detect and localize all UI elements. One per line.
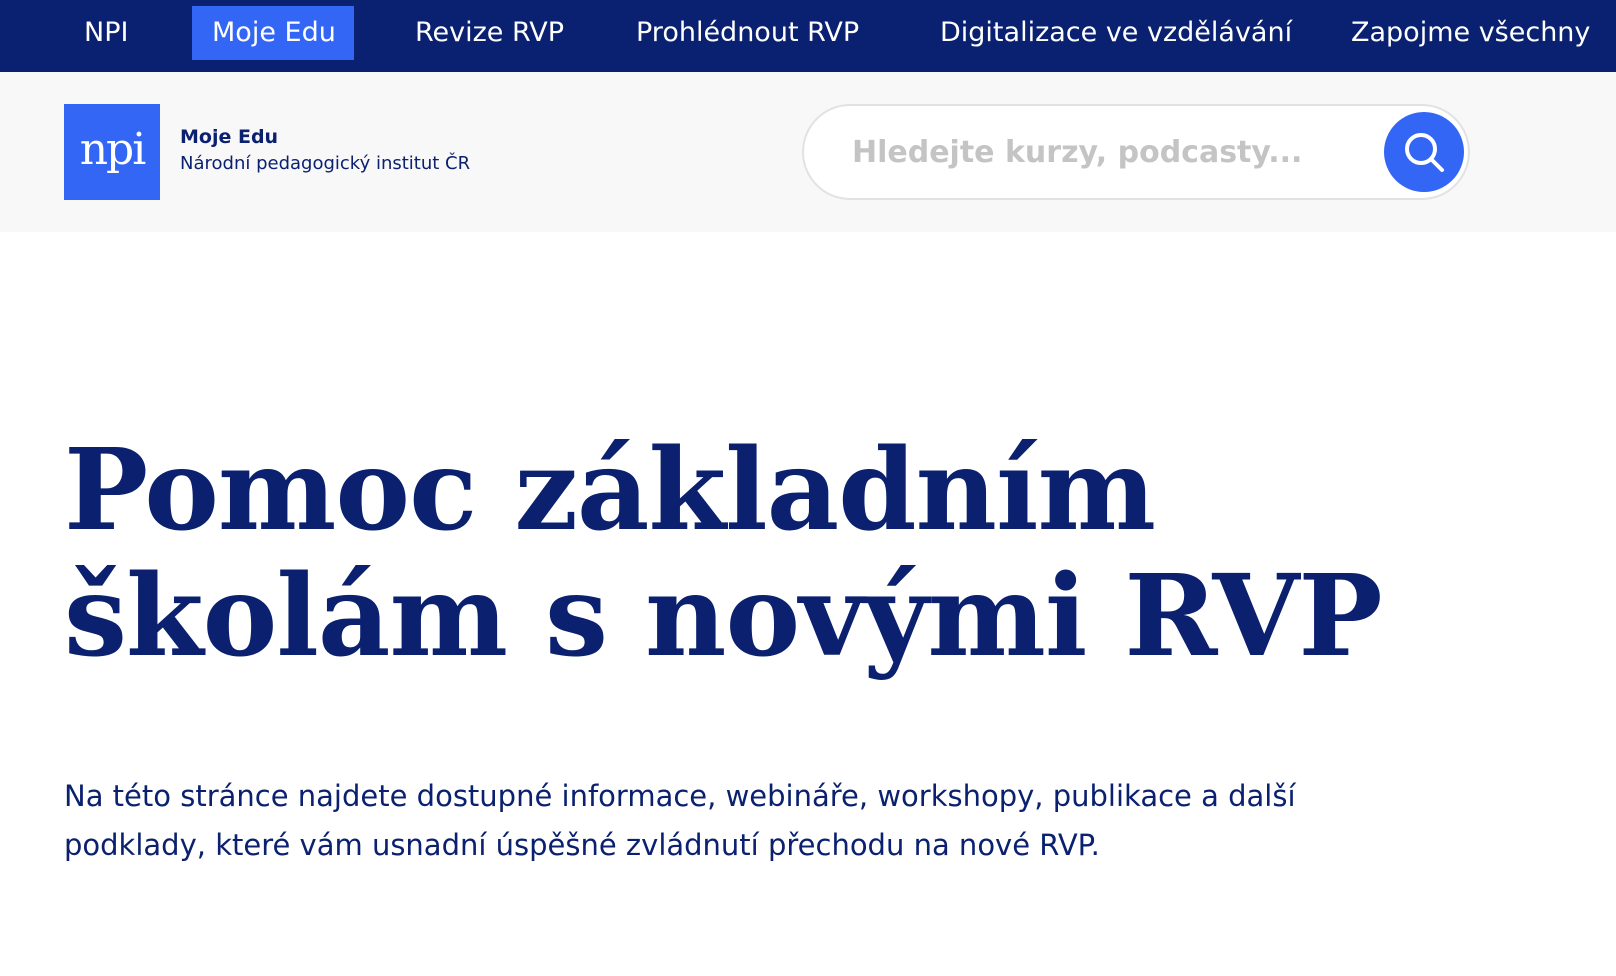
nav-item-digitalizace[interactable]: Digitalizace ve vzdělávání (920, 6, 1312, 60)
search-button[interactable] (1384, 112, 1464, 192)
nav-item-moje-edu[interactable]: Moje Edu (192, 6, 354, 60)
search-icon (1405, 133, 1444, 172)
search-box (802, 104, 1470, 200)
brand-subtitle: Národní pedagogický institut ČR (180, 153, 471, 174)
site-header: npi Moje Edu Národní pedagogický institu… (0, 72, 1616, 232)
nav-item-zapojme-vsechny[interactable]: Zapojme všechny (1331, 6, 1610, 60)
nav-item-prohlednout-rvp[interactable]: Prohlédnout RVP (616, 6, 879, 60)
brand-title: Moje Edu (180, 126, 279, 148)
page-title: Pomoc základním školám s novými RVP (64, 425, 1383, 682)
page-description: Na této stránce najdete dostupné informa… (64, 779, 1296, 862)
top-navigation: NPI Moje Edu Revize RVP Prohlédnout RVP … (0, 0, 1616, 72)
nav-item-npi[interactable]: NPI (64, 6, 148, 60)
nav-item-revize-rvp[interactable]: Revize RVP (395, 6, 584, 60)
search-input[interactable] (852, 124, 1362, 180)
npi-logo[interactable]: npi (64, 104, 160, 200)
